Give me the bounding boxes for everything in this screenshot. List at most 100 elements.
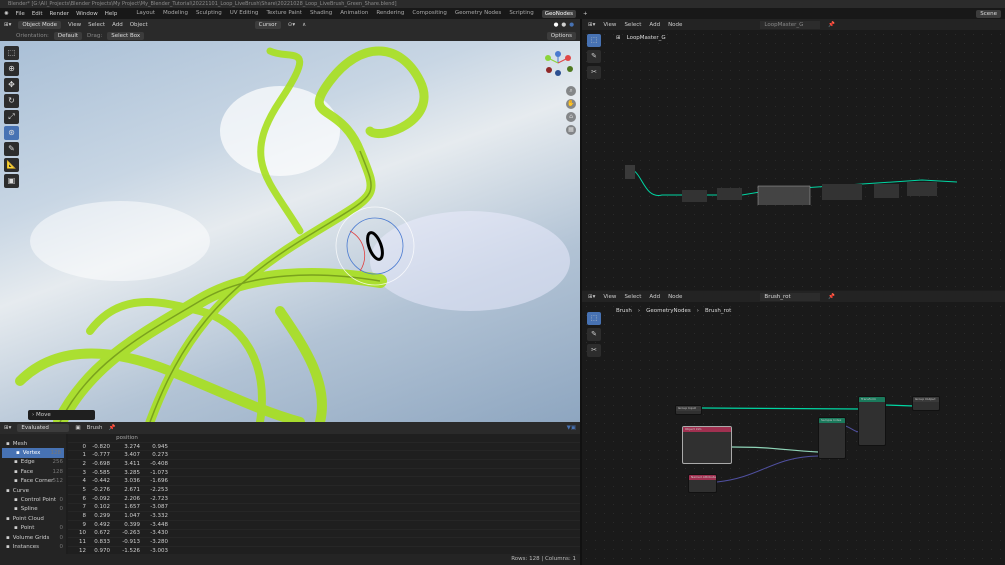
editor-type-icon[interactable]: ⊞▾: [4, 425, 11, 431]
add-cube-tool-icon[interactable]: ▣: [4, 174, 19, 188]
node-tree-selector[interactable]: LoopMaster_G: [760, 20, 821, 29]
node-menu-add[interactable]: Add: [649, 22, 660, 28]
data-tree-item[interactable]: ▪ Spline 0: [0, 505, 66, 514]
node-object-info[interactable]: Object Info: [682, 426, 732, 464]
pin-icon[interactable]: 📌: [828, 294, 835, 300]
column-header-position[interactable]: position: [86, 435, 168, 441]
transform-tool-icon[interactable]: ⊛: [4, 126, 19, 140]
grid-icon[interactable]: ▦: [566, 125, 576, 135]
add-workspace-button[interactable]: +: [583, 11, 588, 17]
node-menu-view[interactable]: View: [603, 294, 616, 300]
viewport-menu-view[interactable]: View: [68, 22, 81, 28]
data-tree-item[interactable]: ▪ Volume Grids 0: [0, 533, 66, 542]
workspace-tab[interactable]: UV Editing: [230, 10, 259, 18]
menu-help[interactable]: Help: [105, 11, 118, 17]
node-group-input[interactable]: Group Input: [675, 405, 702, 415]
node-group-output[interactable]: Group Output: [912, 396, 940, 411]
links-cut-icon[interactable]: ✂: [587, 66, 601, 79]
shading-material-icon[interactable]: ●: [561, 22, 566, 28]
shading-rendered-icon[interactable]: ●: [569, 22, 574, 28]
orientation-dropdown[interactable]: Default: [53, 31, 83, 40]
cell: -3.087: [150, 504, 168, 511]
node-named-attribute[interactable]: Named Attribute: [688, 474, 717, 493]
workspace-tab[interactable]: Geometry Nodes: [455, 10, 501, 18]
data-tree-item[interactable]: ▪ Control Point 0: [0, 495, 66, 504]
row-index: 0: [82, 443, 87, 450]
workspace-tab[interactable]: Rendering: [376, 10, 404, 18]
data-tree-item[interactable]: ▪ Face Corner 512: [0, 477, 66, 486]
workspace-tab[interactable]: Modeling: [163, 10, 188, 18]
menu-window[interactable]: Window: [76, 11, 98, 17]
editor-type-icon[interactable]: ⊞▾: [588, 294, 595, 300]
data-tree-item[interactable]: ▪ Point 0: [0, 524, 66, 533]
face-corner-icon: ▪: [14, 478, 18, 485]
data-tree-item[interactable]: ▪ Curve: [0, 486, 66, 495]
options-dropdown[interactable]: Options: [546, 31, 576, 40]
node-menu-node[interactable]: Node: [668, 294, 682, 300]
table-row: 8 0.299 1.047 -3.332: [68, 512, 580, 521]
workspace-tab[interactable]: Sculpting: [196, 10, 222, 18]
shading-solid-icon[interactable]: ●: [554, 22, 559, 28]
workspace-tab[interactable]: Layout: [136, 10, 155, 18]
scene-selector[interactable]: Scene: [976, 9, 1001, 18]
select-tool-icon[interactable]: ⬚: [4, 46, 19, 60]
rotate-tool-icon[interactable]: ↻: [4, 94, 19, 108]
mode-dropdown[interactable]: Object Mode: [18, 20, 62, 29]
data-tree-item[interactable]: ▪ Edge 256: [0, 458, 66, 467]
cell: -1.073: [150, 469, 168, 476]
top-menubar: ✺ File Edit Render Window Help Layout Mod…: [0, 8, 1005, 19]
3d-viewport[interactable]: [0, 41, 580, 422]
editor-type-icon[interactable]: ⊞▾: [4, 22, 11, 28]
menu-render[interactable]: Render: [49, 11, 69, 17]
pivot-dropdown[interactable]: Cursor: [254, 20, 281, 29]
data-tree-item[interactable]: ▪ Point Cloud: [0, 514, 66, 523]
scale-tool-icon[interactable]: ⤢: [4, 110, 19, 124]
workspace-tab[interactable]: Animation: [340, 10, 368, 18]
node-sample-index[interactable]: Sample Index: [818, 417, 846, 459]
select-tool-icon[interactable]: ⬚: [587, 34, 601, 47]
menu-file[interactable]: File: [16, 11, 25, 17]
cursor-tool-icon[interactable]: ⊕: [4, 62, 19, 76]
pan-hand-icon[interactable]: ✋: [566, 99, 576, 109]
drag-dropdown[interactable]: Select Box: [107, 31, 145, 40]
data-tree-item[interactable]: ▪ Face 128: [0, 467, 66, 476]
node-menu-select[interactable]: Select: [624, 294, 641, 300]
filter-icon[interactable]: ▼▣: [567, 425, 576, 431]
workspace-tab[interactable]: GeoNodes: [541, 9, 577, 18]
viewport-menu-add[interactable]: Add: [112, 22, 123, 28]
row-index: 7: [82, 504, 87, 511]
node-tree-selector[interactable]: Brush_rot: [760, 292, 821, 301]
data-tree-item[interactable]: ▪ Mesh: [0, 439, 66, 448]
move-tool-icon[interactable]: ✥: [4, 78, 19, 92]
measure-tool-icon[interactable]: 📐: [4, 158, 19, 172]
node-menu-add[interactable]: Add: [649, 294, 660, 300]
menu-edit[interactable]: Edit: [32, 11, 43, 17]
row-index: 3: [82, 469, 87, 476]
viewport-menu-object[interactable]: Object: [130, 22, 148, 28]
node-menu-select[interactable]: Select: [624, 22, 641, 28]
workspace-tab[interactable]: Texture Paint: [266, 10, 302, 18]
camera-icon[interactable]: ⌂: [566, 112, 576, 122]
pin-icon[interactable]: 📌: [108, 425, 115, 431]
editor-type-icon[interactable]: ⊞▾: [588, 22, 595, 28]
node-menu-node[interactable]: Node: [668, 22, 682, 28]
last-operator-panel[interactable]: › Move: [28, 410, 95, 420]
data-tree-item[interactable]: ▪ Instances 0: [0, 542, 66, 551]
annotate-tool-icon[interactable]: ✎: [4, 142, 19, 156]
evaluation-dropdown[interactable]: Evaluated: [17, 424, 70, 432]
blender-logo-icon[interactable]: ✺: [4, 11, 9, 17]
annotate-tool-icon[interactable]: ✎: [587, 50, 601, 63]
node-transform[interactable]: Transform: [858, 396, 886, 446]
data-tree-item[interactable]: ▪ Vertex 128: [2, 448, 64, 458]
workspace-tab[interactable]: Scripting: [509, 10, 533, 18]
pin-icon[interactable]: 📌: [828, 22, 835, 28]
snap-icon[interactable]: ⊙▾: [288, 22, 295, 28]
proportional-edit-icon[interactable]: ∧: [302, 22, 306, 28]
node-menu-view[interactable]: View: [603, 22, 616, 28]
viewport-menu-select[interactable]: Select: [88, 22, 105, 28]
node-editor-top-canvas[interactable]: ⊞ LoopMaster_G ⬚ ✎ ✂: [582, 30, 1005, 290]
workspace-tab[interactable]: Compositing: [412, 10, 446, 18]
zoom-icon[interactable]: ⌕: [566, 86, 576, 96]
workspace-tab[interactable]: Shading: [310, 10, 332, 18]
node-editor-bottom-canvas[interactable]: Brush › GeometryNodes › Brush_rot ⬚ ✎ ✂ Grou…: [582, 302, 1005, 565]
